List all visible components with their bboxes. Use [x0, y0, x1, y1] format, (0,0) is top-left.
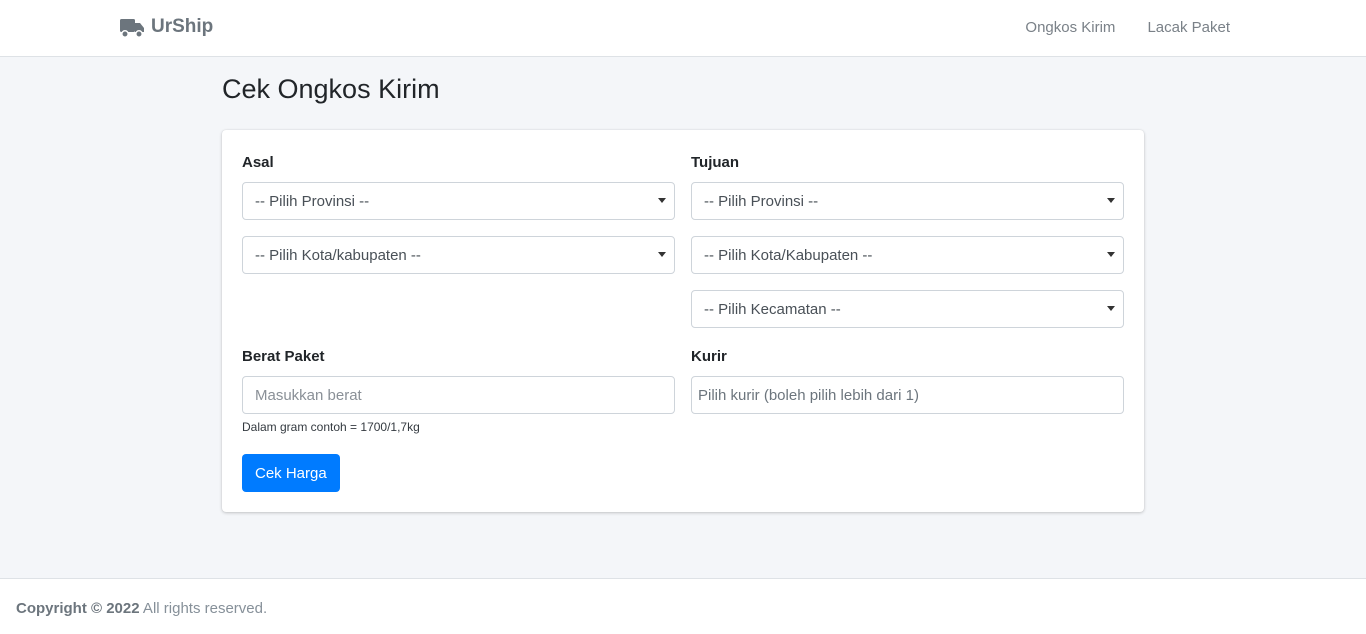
destination-label: Tujuan	[691, 154, 740, 171]
caret-down-icon	[658, 198, 666, 203]
destination-district-value: -- Pilih Kecamatan --	[704, 300, 841, 318]
brand-name: UrShip	[151, 16, 214, 37]
destination-province-value: -- Pilih Provinsi --	[704, 192, 819, 210]
nav-link-lacak-paket[interactable]: Lacak Paket	[1147, 19, 1230, 36]
truck-icon	[120, 18, 144, 38]
origin-province-value: -- Pilih Provinsi --	[255, 192, 370, 210]
destination-province-select[interactable]: -- Pilih Provinsi --	[691, 182, 1124, 220]
weight-help-text: Dalam gram contoh = 1700/1,7kg	[242, 420, 420, 434]
brand-link[interactable]: UrShip	[120, 16, 213, 38]
caret-down-icon	[658, 252, 666, 257]
weight-input[interactable]	[242, 376, 675, 414]
origin-city-value: -- Pilih Kota/kabupaten --	[255, 246, 421, 264]
courier-placeholder: Pilih kurir (boleh pilih lebih dari 1)	[698, 386, 919, 404]
caret-down-icon	[1107, 252, 1115, 257]
courier-label: Kurir	[691, 348, 727, 365]
origin-province-select[interactable]: -- Pilih Provinsi --	[242, 182, 675, 220]
destination-city-value: -- Pilih Kota/Kabupaten --	[704, 246, 873, 264]
origin-label: Asal	[242, 154, 274, 171]
origin-city-select[interactable]: -- Pilih Kota/kabupaten --	[242, 236, 675, 274]
navbar: UrShip Ongkos Kirim Lacak Paket	[0, 0, 1366, 57]
caret-down-icon	[1107, 306, 1115, 311]
footer: Copyright © 2022 All rights reserved.	[0, 578, 1366, 634]
check-price-button[interactable]: Cek Harga	[242, 454, 340, 492]
nav-link-ongkos-kirim[interactable]: Ongkos Kirim	[1025, 19, 1115, 36]
rights-text: All rights reserved.	[139, 600, 268, 617]
nav-links: Ongkos Kirim Lacak Paket	[1025, 19, 1230, 36]
destination-district-select[interactable]: -- Pilih Kecamatan --	[691, 290, 1124, 328]
footer-text: Copyright © 2022 All rights reserved.	[16, 600, 267, 617]
shipping-cost-form-card: Asal -- Pilih Provinsi -- -- Pilih Kota/…	[222, 130, 1144, 512]
weight-label: Berat Paket	[242, 348, 325, 365]
courier-multiselect[interactable]: Pilih kurir (boleh pilih lebih dari 1)	[691, 376, 1124, 414]
destination-city-select[interactable]: -- Pilih Kota/Kabupaten --	[691, 236, 1124, 274]
page-title: Cek Ongkos Kirim	[222, 74, 440, 104]
caret-down-icon	[1107, 198, 1115, 203]
copyright-text: Copyright © 2022	[16, 600, 140, 617]
